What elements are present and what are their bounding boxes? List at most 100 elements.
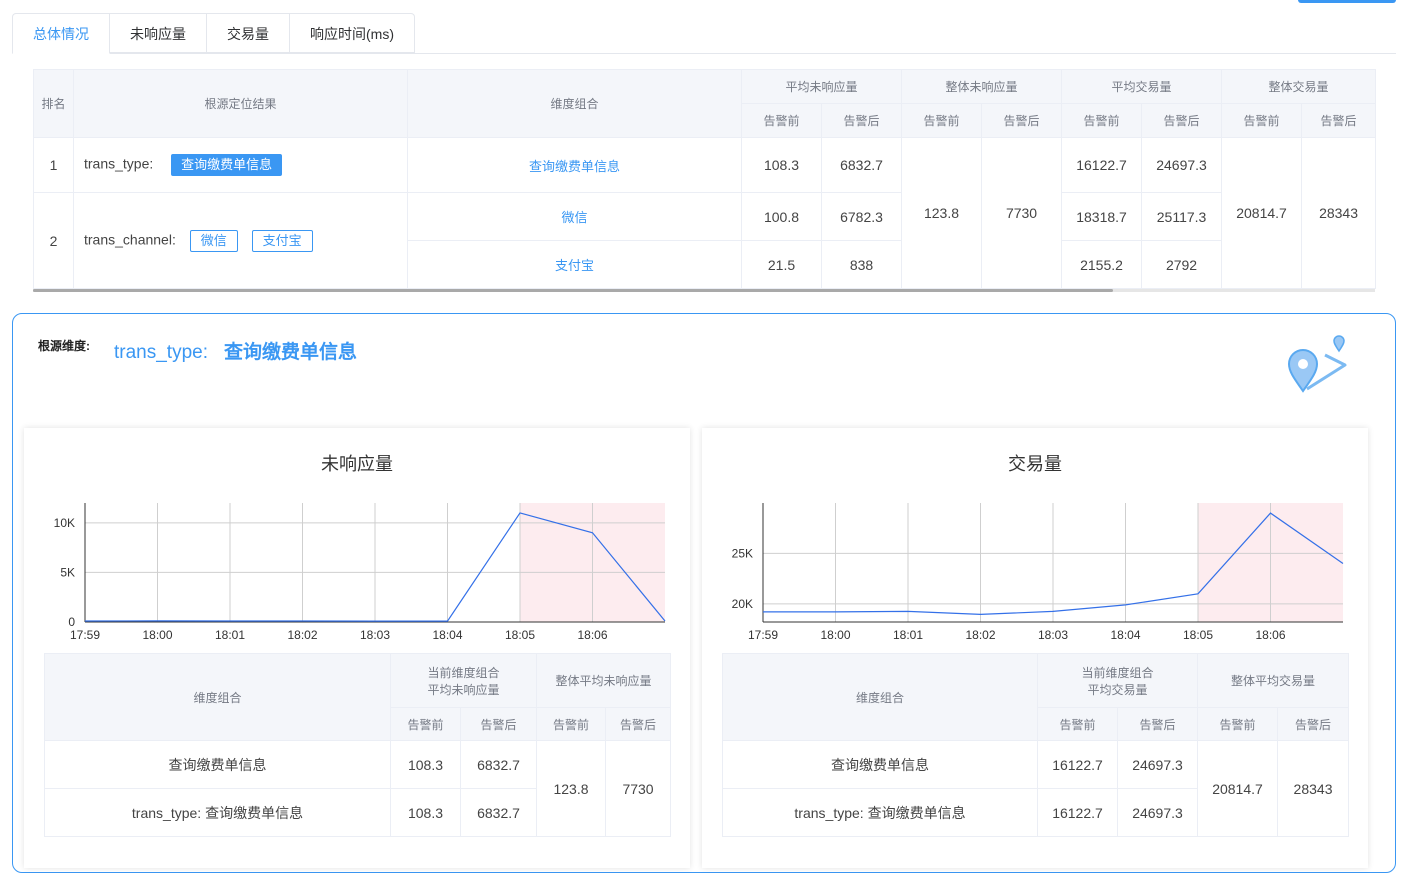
tab-transactions[interactable]: 交易量 bbox=[207, 13, 290, 53]
x-tick-label: 18:06 bbox=[1255, 628, 1285, 642]
header-dimension: 维度组合 bbox=[722, 653, 1038, 741]
chart-card-unresponded: 未响应量 0 5K 10K 17:59 18:00 18:01 18:02 18:03 18:0… bbox=[24, 428, 690, 868]
y-tick-label: 0 bbox=[68, 615, 75, 629]
root-cause-table: 排名 根源定位结果 维度组合 平均未响应量 整体未响应量 平均交易量 整体交易量… bbox=[33, 69, 1377, 289]
x-tick-label: 18:04 bbox=[432, 628, 462, 642]
table-row: 查询缴费单信息 16122.7 24697.3 20814.7 28343 bbox=[722, 740, 1350, 837]
header-after: 告警后 bbox=[1277, 707, 1350, 741]
header-after: 告警后 bbox=[1116, 707, 1199, 741]
value-cell: 6832.7 bbox=[820, 137, 903, 193]
root-dimension-label: 根源维度: bbox=[38, 339, 90, 353]
value-cell: 7730 bbox=[605, 740, 672, 837]
header-before: 告警前 bbox=[536, 707, 607, 741]
x-tick-label: 18:05 bbox=[1183, 628, 1213, 642]
top-action-button-edge[interactable] bbox=[1298, 0, 1396, 3]
x-tick-label: 18:01 bbox=[215, 628, 245, 642]
result-cell: trans_type: 查询缴费单信息 bbox=[73, 137, 408, 193]
y-tick-label: 25K bbox=[732, 546, 753, 560]
header-current: 当前维度组合 平均交易量 bbox=[1036, 653, 1199, 708]
value-cell: 2792 bbox=[1141, 240, 1223, 289]
field-name: trans_channel: bbox=[84, 231, 176, 248]
dimension-link[interactable]: 查询缴费单信息 bbox=[407, 137, 742, 193]
x-tick-label: 18:06 bbox=[577, 628, 607, 642]
dimension-tag[interactable]: 微信 bbox=[189, 229, 238, 252]
value-cell: 123.8 bbox=[901, 137, 983, 289]
value-cell: 6832.7 bbox=[459, 740, 538, 789]
tab-overview[interactable]: 总体情况 bbox=[12, 13, 110, 54]
chart-card-transactions: 交易量 20K 25K 17:59 18:00 18:01 18:02 18:03 18:04… bbox=[702, 428, 1368, 868]
line-chart: 0 5K 10K 17:59 18:00 18:01 18:02 18:03 18:04 18:0… bbox=[54, 503, 666, 642]
root-field: trans_type: bbox=[114, 342, 208, 363]
value-cell: 108.3 bbox=[741, 137, 822, 193]
header-avg-unresp: 平均未响应量 bbox=[740, 69, 903, 104]
x-tick-label: 18:03 bbox=[1038, 628, 1068, 642]
value-cell: 123.8 bbox=[536, 740, 607, 837]
value-cell: 21.5 bbox=[741, 240, 822, 289]
table-row: 查询缴费单信息 108.3 6832.7 123.8 7730 bbox=[44, 740, 672, 837]
x-tick-label: 17:59 bbox=[748, 628, 778, 642]
header-after: 告警后 bbox=[1301, 103, 1377, 138]
x-tick-label: 17:59 bbox=[70, 628, 100, 642]
header-before: 告警前 bbox=[1061, 103, 1143, 138]
dimension-tag[interactable]: 支付宝 bbox=[251, 229, 313, 252]
header-before: 告警前 bbox=[1037, 707, 1118, 741]
header-before: 告警前 bbox=[741, 103, 822, 138]
line-chart: 20K 25K 17:59 18:00 18:01 18:02 18:03 18:04 18:0… bbox=[732, 503, 1344, 642]
value-cell: 108.3 bbox=[390, 788, 461, 837]
y-tick-label: 5K bbox=[60, 565, 75, 579]
header-after: 告警后 bbox=[459, 707, 538, 741]
result-cell: trans_channel: 微信 支付宝 bbox=[73, 192, 408, 289]
header-total-trade: 整体交易量 bbox=[1221, 69, 1377, 104]
header-before: 告警前 bbox=[901, 103, 983, 138]
x-tick-label: 18:00 bbox=[142, 628, 172, 642]
header-after: 告警后 bbox=[981, 103, 1063, 138]
value-cell: 16122.7 bbox=[1061, 137, 1143, 193]
header-dimension: 维度组合 bbox=[44, 653, 391, 741]
dimension-link[interactable]: 支付宝 bbox=[407, 240, 742, 289]
dimension-cell: 查询缴费单信息 bbox=[44, 740, 391, 789]
comparison-table: 维度组合 当前维度组合 平均未响应量 整体平均未响应量 告警前 告警后 告警前 告… bbox=[44, 653, 672, 837]
value-cell: 24697.3 bbox=[1116, 788, 1199, 837]
x-tick-label: 18:02 bbox=[287, 628, 317, 642]
header-after: 告警后 bbox=[1141, 103, 1223, 138]
y-tick-label: 10K bbox=[54, 516, 75, 530]
value-cell: 6782.3 bbox=[820, 192, 903, 241]
value-cell: 20814.7 bbox=[1221, 137, 1303, 289]
value-cell: 108.3 bbox=[390, 740, 461, 789]
scrollbar-thumb[interactable] bbox=[33, 289, 1113, 292]
table-row: 2 trans_channel: 微信 支付宝 微信 100.8 6782.3 … bbox=[33, 192, 1376, 289]
value-cell: 24697.3 bbox=[1116, 740, 1199, 789]
value-cell: 100.8 bbox=[741, 192, 822, 241]
tab-response-time[interactable]: 响应时间(ms) bbox=[290, 13, 415, 53]
x-tick-label: 18:05 bbox=[505, 628, 535, 642]
header-rank: 排名 bbox=[33, 69, 74, 138]
header-total-unresp: 整体未响应量 bbox=[901, 69, 1063, 104]
tab-unresponded[interactable]: 未响应量 bbox=[110, 13, 207, 53]
header-dimension: 维度组合 bbox=[407, 69, 742, 138]
tab-bar: 总体情况 未响应量 交易量 响应时间(ms) bbox=[12, 13, 415, 54]
header-before: 告警前 bbox=[1197, 707, 1279, 741]
x-tick-label: 18:02 bbox=[965, 628, 995, 642]
y-tick-label: 20K bbox=[732, 597, 753, 611]
value-cell: 25117.3 bbox=[1141, 192, 1223, 241]
dimension-cell: trans_type: 查询缴费单信息 bbox=[44, 788, 391, 837]
dimension-cell: trans_type: 查询缴费单信息 bbox=[722, 788, 1038, 837]
header-avg-trade: 平均交易量 bbox=[1061, 69, 1223, 104]
header-overall: 整体平均未响应量 bbox=[536, 653, 672, 708]
dimension-tag[interactable]: 查询缴费单信息 bbox=[171, 154, 283, 176]
value-cell: 2155.2 bbox=[1061, 240, 1143, 289]
value-cell: 7730 bbox=[981, 137, 1063, 289]
comparison-table: 维度组合 当前维度组合 平均交易量 整体平均交易量 告警前 告警后 告警前 告警后… bbox=[722, 653, 1350, 837]
value-cell: 28343 bbox=[1301, 137, 1377, 289]
field-name: trans_type: bbox=[84, 155, 154, 172]
dimension-cell: 查询缴费单信息 bbox=[722, 740, 1038, 789]
rank-cell: 2 bbox=[33, 192, 74, 289]
header-current: 当前维度组合 平均未响应量 bbox=[389, 653, 538, 708]
value-cell: 18318.7 bbox=[1061, 192, 1143, 241]
table-row: 1 trans_type: 查询缴费单信息 查询缴费单信息 108.3 6832… bbox=[33, 137, 1377, 289]
x-tick-label: 18:03 bbox=[360, 628, 390, 642]
value-cell: 16122.7 bbox=[1037, 788, 1118, 837]
header-before: 告警前 bbox=[390, 707, 461, 741]
dimension-link[interactable]: 微信 bbox=[407, 192, 742, 241]
header-before: 告警前 bbox=[1221, 103, 1303, 138]
